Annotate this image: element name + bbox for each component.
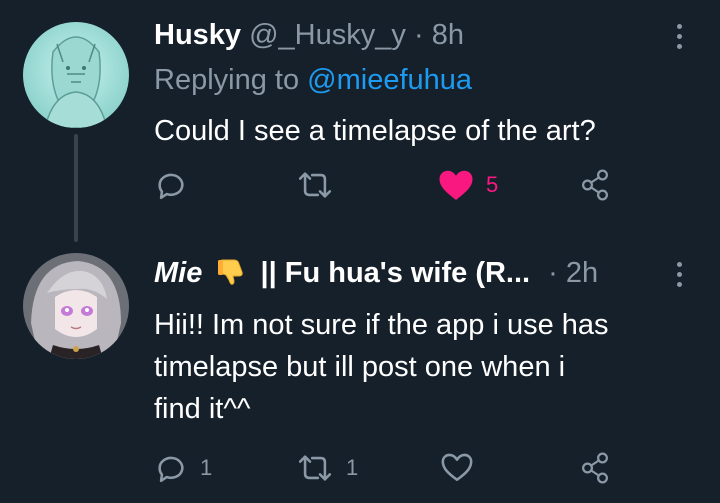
timestamp[interactable]: 2h: [566, 257, 598, 289]
replying-to-label: Replying to: [154, 64, 300, 96]
tweet-text: Could I see a timelapse of the art?: [154, 115, 596, 147]
tweet-header: Mie || Fu hua's wife (R... · 2h: [154, 256, 598, 294]
share-button[interactable]: [580, 451, 610, 485]
reply-icon: [158, 173, 184, 200]
tweet-text-line2: timelapse but ill post one when i: [154, 351, 566, 383]
tweet-mie[interactable]: Mie || Fu hua's wife (R... · 2h Hii!! Im…: [0, 240, 720, 503]
avatar-mie-image: [23, 253, 129, 359]
more-icon[interactable]: [677, 262, 687, 292]
retweet-button[interactable]: [296, 168, 346, 202]
like-count: 5: [486, 172, 499, 197]
more-icon[interactable]: [677, 24, 687, 54]
share-button[interactable]: [580, 168, 610, 202]
reply-button[interactable]: [154, 168, 200, 202]
like-button[interactable]: 5: [438, 168, 498, 202]
tweet-text-line3: find it^^: [154, 393, 251, 425]
retweet-icon: [298, 172, 332, 198]
timestamp[interactable]: 8h: [432, 19, 464, 51]
tweet-header: Husky @_Husky_y · 8h: [154, 18, 464, 52]
replying-to: Replying to @mieefuhua: [154, 62, 472, 98]
reply-mention-link[interactable]: @mieefuhua: [307, 64, 472, 96]
reply-button[interactable]: 1: [154, 451, 212, 485]
separator-dot: ·: [548, 257, 558, 289]
avatar-husky-image: [23, 22, 129, 128]
tweet-text: Hii!! Im not sure if the app i use has t…: [154, 304, 694, 430]
author-handle[interactable]: @_Husky_y: [249, 19, 406, 51]
like-icon: [441, 453, 473, 482]
avatar-mie[interactable]: [23, 253, 129, 359]
thumbs-down-emoji-icon: [216, 256, 246, 294]
like-button[interactable]: [440, 451, 486, 483]
retweet-icon: [298, 455, 332, 481]
like-icon: [439, 170, 473, 200]
reply-icon: [158, 456, 184, 483]
reply-count: 1: [200, 455, 213, 480]
avatar-husky[interactable]: [23, 22, 129, 128]
separator-dot: ·: [413, 19, 424, 51]
tweet-actions: 1 1: [154, 451, 674, 491]
tweet-husky[interactable]: Husky @_Husky_y · 8h Replying to @mieefu…: [0, 0, 720, 240]
retweet-count: 1: [346, 455, 359, 480]
retweet-button[interactable]: 1: [296, 451, 358, 485]
author-name[interactable]: Husky: [154, 19, 241, 51]
share-icon: [582, 452, 608, 484]
tweet-text-line1: Hii!! Im not sure if the app i use has: [154, 309, 609, 341]
author-name-part1[interactable]: Mie: [154, 257, 202, 289]
share-icon: [582, 169, 608, 201]
author-name-part2[interactable]: || Fu hua's wife (R...: [260, 257, 530, 289]
tweet-actions: 5: [154, 168, 674, 208]
